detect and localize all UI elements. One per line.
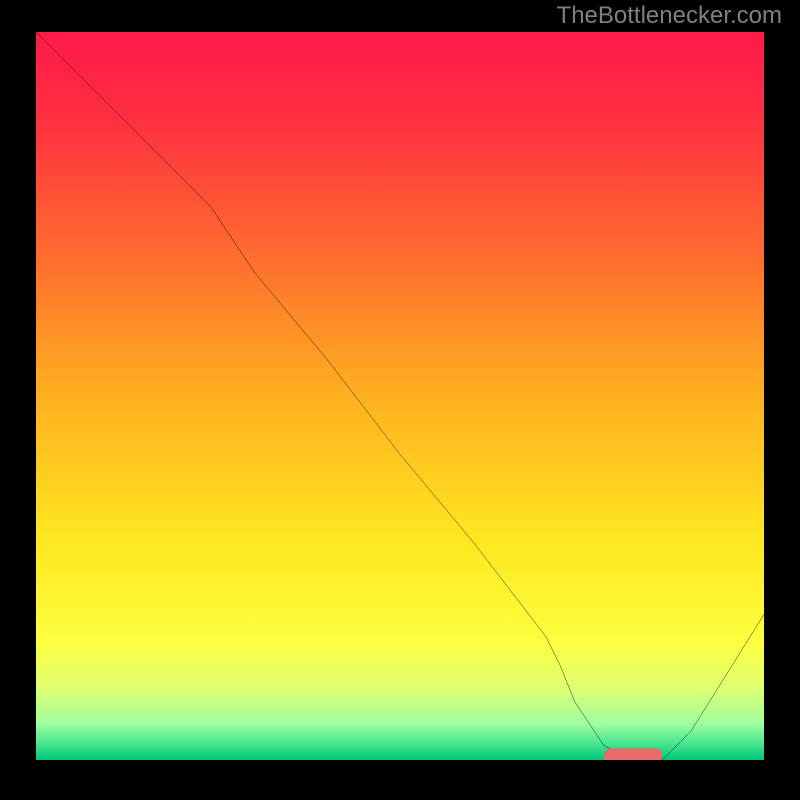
watermark-text: TheBottlenecker.com [557,2,782,30]
chart-container: TheBottlenecker.com [0,0,800,800]
optimal-range-marker [604,748,662,760]
bottleneck-chart [36,32,764,760]
